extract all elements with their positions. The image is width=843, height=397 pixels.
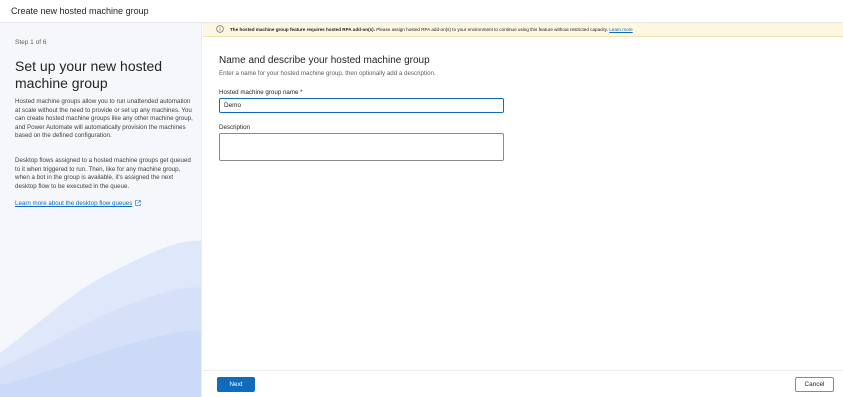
cancel-button[interactable]: Cancel bbox=[795, 377, 834, 392]
learn-more-label: Learn more about the desktop flow queues bbox=[15, 200, 133, 207]
main-content: Name and describe your hosted machine gr… bbox=[219, 55, 819, 77]
banner-text: Please assign hosted RPA add-on(s) to yo… bbox=[374, 26, 608, 32]
footer-bar: Next Cancel bbox=[203, 370, 843, 397]
sidebar-description-queue: Desktop flows assigned to a hosted machi… bbox=[15, 157, 191, 190]
learn-more-queues-link[interactable]: Learn more about the desktop flow queues bbox=[15, 200, 141, 207]
title-bar: Create new hosted machine group bbox=[0, 0, 843, 23]
name-field-label: Hosted machine group name * bbox=[219, 89, 303, 96]
machine-group-name-input[interactable] bbox=[219, 98, 504, 113]
description-field-label: Description bbox=[219, 124, 250, 131]
next-button[interactable]: Next bbox=[217, 377, 255, 392]
page-title: Name and describe your hosted machine gr… bbox=[219, 55, 430, 66]
window-title: Create new hosted machine group bbox=[11, 6, 149, 16]
banner-learn-more-link[interactable]: Learn more bbox=[609, 27, 633, 32]
banner-bold-text: The hosted machine group feature require… bbox=[230, 26, 375, 32]
step-indicator: Step 1 of 6 bbox=[15, 39, 47, 46]
info-icon bbox=[216, 25, 224, 33]
warning-banner: The hosted machine group feature require… bbox=[203, 23, 843, 37]
description-textarea[interactable] bbox=[219, 133, 504, 161]
banner-message: The hosted machine group feature require… bbox=[230, 27, 633, 32]
external-link-icon bbox=[135, 200, 141, 206]
sidebar-description: Hosted machine groups allow you to run u… bbox=[15, 98, 193, 140]
sidebar-panel: Step 1 of 6 Set up your new hosted machi… bbox=[0, 23, 202, 397]
page-subtitle: Enter a name for your hosted machine gro… bbox=[219, 70, 436, 77]
sidebar-heading: Set up your new hosted machine group bbox=[15, 58, 163, 91]
